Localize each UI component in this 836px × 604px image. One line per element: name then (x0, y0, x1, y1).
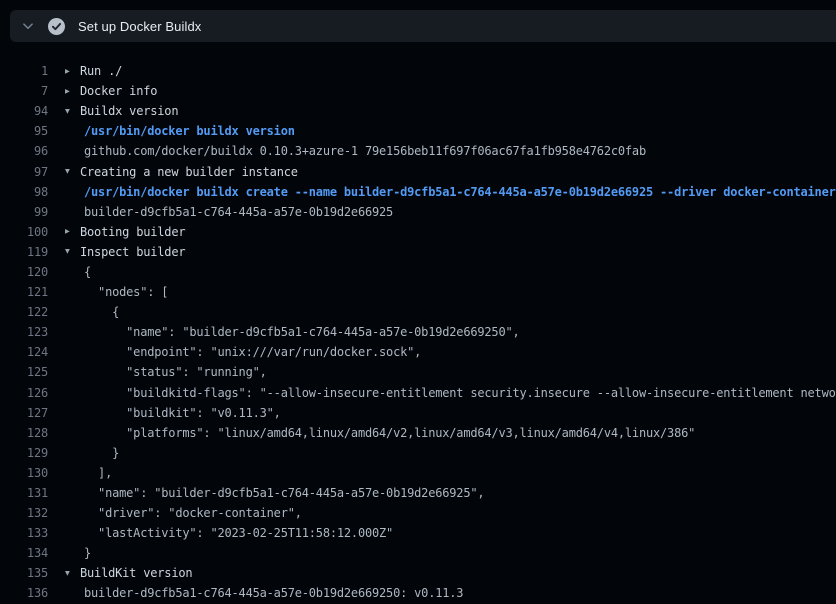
line-number[interactable]: 135 (0, 566, 48, 580)
log-text: Run ./ (80, 64, 122, 78)
line-number[interactable]: 96 (0, 144, 48, 158)
log-text: "name": "builder-d9cfb5a1-c764-445a-a57e… (84, 486, 484, 500)
line-number[interactable]: 127 (0, 406, 48, 420)
log-row: 126 "buildkitd-flags": "--allow-insecure… (0, 383, 836, 403)
line-number[interactable]: 119 (0, 245, 48, 259)
log-row: 95 /usr/bin/docker buildx version (0, 121, 836, 141)
line-number[interactable]: 7 (0, 84, 48, 98)
line-number[interactable]: 121 (0, 285, 48, 299)
group-toggle-icon[interactable]: ▶ (65, 86, 80, 95)
log-text: /usr/bin/docker buildx create --name bui… (84, 185, 836, 199)
log-text: } (84, 446, 119, 460)
log-row: 99 builder-d9cfb5a1-c764-445a-a57e-0b19d… (0, 202, 836, 222)
log-text: "lastActivity": "2023-02-25T11:58:12.000… (84, 526, 393, 540)
log-row: 131 "name": "builder-d9cfb5a1-c764-445a-… (0, 483, 836, 503)
log-row: 136 builder-d9cfb5a1-c764-445a-a57e-0b19… (0, 583, 836, 603)
log-row: 125 "status": "running", (0, 362, 836, 382)
line-number[interactable]: 122 (0, 305, 48, 319)
line-number[interactable]: 100 (0, 225, 48, 239)
step-title: Set up Docker Buildx (78, 19, 201, 34)
line-number[interactable]: 97 (0, 165, 48, 179)
log-viewer: 1 ▶Run ./ 7 ▶Docker info 94 ▼Buildx vers… (0, 42, 836, 604)
log-row: 7 ▶Docker info (0, 81, 836, 101)
line-number[interactable]: 124 (0, 345, 48, 359)
log-text: "status": "running", (84, 365, 267, 379)
log-text: "buildkit": "v0.11.3", (84, 406, 281, 420)
log-text: Inspect builder (80, 245, 185, 259)
line-number[interactable]: 130 (0, 466, 48, 480)
log-text: { (84, 305, 119, 319)
log-text: builder-d9cfb5a1-c764-445a-a57e-0b19d2e6… (84, 586, 463, 600)
line-number[interactable]: 120 (0, 265, 48, 279)
log-row: 133 "lastActivity": "2023-02-25T11:58:12… (0, 523, 836, 543)
log-row: 127 "buildkit": "v0.11.3", (0, 403, 836, 423)
log-text: BuildKit version (80, 566, 192, 580)
log-row: 120 { (0, 262, 836, 282)
log-row: 123 "name": "builder-d9cfb5a1-c764-445a-… (0, 322, 836, 342)
line-number[interactable]: 128 (0, 426, 48, 440)
chevron-down-icon (22, 20, 34, 32)
line-number[interactable]: 134 (0, 546, 48, 560)
log-text: builder-d9cfb5a1-c764-445a-a57e-0b19d2e6… (84, 205, 393, 219)
log-text: Docker info (80, 84, 157, 98)
log-row: 121 "nodes": [ (0, 282, 836, 302)
log-row: 94 ▼Buildx version (0, 101, 836, 121)
line-number[interactable]: 94 (0, 104, 48, 118)
line-number[interactable]: 126 (0, 386, 48, 400)
group-toggle-icon[interactable]: ▼ (65, 106, 80, 115)
log-row: 119 ▼Inspect builder (0, 242, 836, 262)
line-number[interactable]: 123 (0, 325, 48, 339)
log-row: 124 "endpoint": "unix:///var/run/docker.… (0, 342, 836, 362)
log-text: github.com/docker/buildx 0.10.3+azure-1 … (84, 144, 646, 158)
log-row: 1 ▶Run ./ (0, 61, 836, 81)
log-text: { (84, 265, 91, 279)
line-number[interactable]: 95 (0, 124, 48, 138)
line-number[interactable]: 99 (0, 205, 48, 219)
group-toggle-icon[interactable]: ▼ (65, 247, 80, 256)
check-circle-icon (48, 18, 65, 35)
line-number[interactable]: 133 (0, 526, 48, 540)
log-row: 128 "platforms": "linux/amd64,linux/amd6… (0, 423, 836, 443)
line-number[interactable]: 125 (0, 365, 48, 379)
log-text: "name": "builder-d9cfb5a1-c764-445a-a57e… (84, 325, 520, 339)
line-number[interactable]: 129 (0, 446, 48, 460)
group-toggle-icon[interactable]: ▼ (65, 167, 80, 176)
line-number[interactable]: 136 (0, 586, 48, 600)
log-row: 96 github.com/docker/buildx 0.10.3+azure… (0, 141, 836, 161)
line-number[interactable]: 132 (0, 506, 48, 520)
log-text: "endpoint": "unix:///var/run/docker.sock… (84, 345, 421, 359)
log-row: 132 "driver": "docker-container", (0, 503, 836, 523)
line-number[interactable]: 131 (0, 486, 48, 500)
log-row: 134 } (0, 543, 836, 563)
log-text: ], (84, 466, 112, 480)
log-row: 122 { (0, 302, 836, 322)
log-text: } (84, 546, 91, 560)
log-text: Booting builder (80, 225, 185, 239)
group-toggle-icon[interactable]: ▶ (65, 227, 80, 236)
log-text: /usr/bin/docker buildx version (84, 124, 295, 138)
line-number[interactable]: 98 (0, 185, 48, 199)
log-text: "nodes": [ (84, 285, 168, 299)
log-text: "platforms": "linux/amd64,linux/amd64/v2… (84, 426, 695, 440)
log-text: "driver": "docker-container", (84, 506, 302, 520)
log-text: "buildkitd-flags": "--allow-insecure-ent… (84, 386, 836, 400)
log-row: 130 ], (0, 463, 836, 483)
group-toggle-icon[interactable]: ▶ (65, 66, 80, 75)
log-row: 97 ▼Creating a new builder instance (0, 161, 836, 181)
step-header[interactable]: Set up Docker Buildx (10, 10, 836, 42)
group-toggle-icon[interactable]: ▼ (65, 568, 80, 577)
collapse-step-button[interactable] (14, 10, 42, 42)
line-number[interactable]: 1 (0, 64, 48, 78)
log-text: Creating a new builder instance (80, 165, 298, 179)
log-row: 129 } (0, 443, 836, 463)
log-text: Buildx version (80, 104, 178, 118)
log-row: 100 ▶Booting builder (0, 222, 836, 242)
log-row: 135 ▼BuildKit version (0, 563, 836, 583)
log-row: 98 /usr/bin/docker buildx create --name … (0, 182, 836, 202)
